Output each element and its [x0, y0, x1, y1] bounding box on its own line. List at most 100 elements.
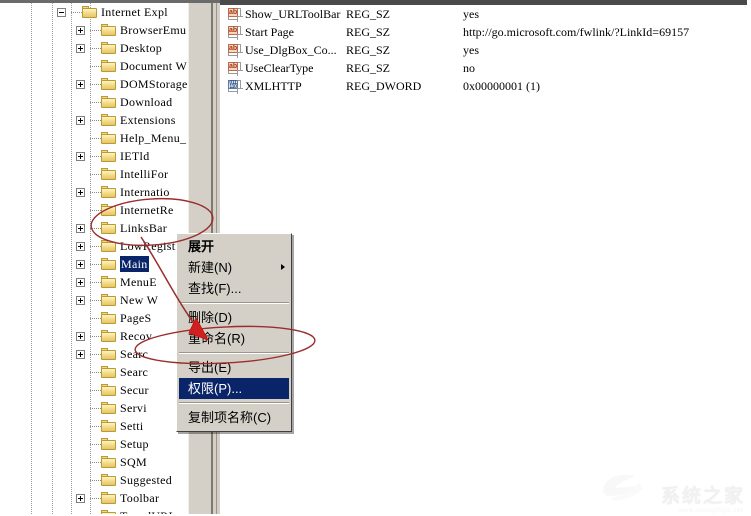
tree-connector-line [90, 318, 101, 319]
tree-item-label: Help_Menu_ [120, 131, 187, 145]
collapse-minus-icon[interactable] [57, 8, 66, 17]
tree-item-label: Main [120, 256, 149, 272]
tree-item-new-w[interactable]: New W [0, 291, 200, 309]
folder-icon [101, 42, 116, 54]
tree-connector-line [90, 408, 101, 409]
registry-values-list[interactable]: ab Show_URLToolBar REG_SZ yes ab Start Page RE… [220, 5, 751, 516]
tree-item-document-w[interactable]: Document W [0, 57, 200, 75]
menu-item-rename[interactable]: 重命名(R) [177, 328, 291, 349]
tree-item-linksbar[interactable]: LinksBar [0, 219, 200, 237]
expand-plus-icon[interactable] [76, 332, 85, 341]
folder-icon [101, 492, 116, 504]
tree-item-internetre[interactable]: InternetRe [0, 201, 200, 219]
menu-item-expand[interactable]: 展开 [177, 236, 291, 257]
tree-item-toolbar[interactable]: Toolbar [0, 489, 200, 507]
folder-icon [101, 294, 116, 306]
tree-item-label: MenuE [120, 275, 157, 289]
submenu-arrow-icon [281, 264, 285, 270]
expand-plus-icon[interactable] [76, 26, 85, 35]
expand-plus-icon[interactable] [76, 188, 85, 197]
tree-connector-line [90, 30, 101, 31]
tree-item-pages[interactable]: PageS [0, 309, 200, 327]
tree-item-setti[interactable]: Setti [0, 417, 200, 435]
tree-item-label: DOMStorage [120, 77, 188, 91]
tree-connector-line [90, 210, 101, 211]
tree-item-browseremu[interactable]: BrowserEmu [0, 21, 200, 39]
tree-item-label: Extensions [120, 113, 176, 127]
menu-item-copy-key-name[interactable]: 复制项名称(C) [177, 407, 291, 428]
tree-item-setup[interactable]: Setup [0, 435, 200, 453]
value-name: XMLHTTP [245, 79, 302, 93]
tree-connector-line [90, 246, 101, 247]
tree-connector-line [90, 120, 101, 121]
tree-item-recov[interactable]: Recov [0, 327, 200, 345]
folder-icon [101, 276, 116, 288]
tree-item-searc[interactable]: Searc [0, 345, 200, 363]
expand-plus-icon[interactable] [76, 278, 85, 287]
folder-icon [101, 24, 116, 36]
expand-plus-icon[interactable] [76, 152, 85, 161]
value-row[interactable]: ab Start Page REG_SZ http://go.microsoft.co… [220, 23, 751, 41]
tree-item-label: Internet Expl [101, 5, 168, 19]
menu-item-label: 导出(E) [188, 360, 232, 375]
folder-icon [101, 330, 116, 342]
menu-item-permissions[interactable]: 权限(P)... [179, 378, 289, 399]
tree-item-servi[interactable]: Servi [0, 399, 200, 417]
expand-plus-icon[interactable] [76, 242, 85, 251]
tree-item-help-menu[interactable]: Help_Menu_ [0, 129, 200, 147]
value-row[interactable]: 011 110 XMLHTTP REG_DWORD 0x00000001 (1) [220, 77, 751, 95]
tree-item-main[interactable]: Main [0, 255, 200, 273]
value-type: REG_SZ [346, 25, 391, 39]
tree-connector-line [90, 444, 101, 445]
tree-item-label: LowRegistr [120, 239, 180, 253]
tree-item-suggested[interactable]: Suggested [0, 471, 200, 489]
folder-icon [101, 204, 116, 216]
folder-icon [101, 420, 116, 432]
menu-item-new[interactable]: 新建(N) [177, 257, 291, 278]
menu-item-label: 查找(F)... [188, 281, 242, 296]
menu-item-delete[interactable]: 删除(D) [177, 307, 291, 328]
value-data: no [463, 61, 475, 75]
tree-item-ietld[interactable]: IETld [0, 147, 200, 165]
value-data: yes [463, 7, 479, 21]
value-row[interactable]: ab Use_DlgBox_Co... REG_SZ yes [220, 41, 751, 59]
expand-plus-icon[interactable] [76, 44, 85, 53]
folder-icon [101, 258, 116, 270]
expand-plus-icon[interactable] [76, 116, 85, 125]
tree-item-lowregistr[interactable]: LowRegistr [0, 237, 200, 255]
expand-plus-icon[interactable] [76, 296, 85, 305]
value-row[interactable]: ab UseClearType REG_SZ no [220, 59, 751, 77]
tree-item-intellifor[interactable]: IntelliFor [0, 165, 200, 183]
tree-item-label: Secur [120, 383, 149, 397]
tree-item-internatio[interactable]: Internatio [0, 183, 200, 201]
tree-connector-line [90, 336, 101, 337]
menu-item-export[interactable]: 导出(E) [177, 357, 291, 378]
tree-item-sqm[interactable]: SQM [0, 453, 200, 471]
folder-icon [101, 366, 116, 378]
expand-plus-icon[interactable] [76, 80, 85, 89]
tree-connector-line [90, 300, 101, 301]
tree-item-domstorage[interactable]: DOMStorage [0, 75, 200, 93]
tree-item-download[interactable]: Download [0, 93, 200, 111]
tree-item-desktop[interactable]: Desktop [0, 39, 200, 57]
tree-connector-line [90, 66, 101, 67]
tree-item-searc[interactable]: Searc [0, 363, 200, 381]
folder-icon [101, 474, 116, 486]
tree-item-secur[interactable]: Secur [0, 381, 200, 399]
tree-connector-line [90, 102, 101, 103]
value-row[interactable]: ab Show_URLToolBar REG_SZ yes [220, 5, 751, 23]
expand-plus-icon[interactable] [76, 494, 85, 503]
tree-item-internet-expl[interactable]: Internet Expl [0, 3, 200, 21]
value-name: Use_DlgBox_Co... [245, 43, 337, 57]
menu-item-find[interactable]: 查找(F)... [177, 278, 291, 299]
string-value-icon: ab [228, 26, 243, 40]
expand-plus-icon[interactable] [76, 350, 85, 359]
registry-key-tree[interactable]: Internet Expl BrowserEmu Desktop Document W… [0, 3, 200, 516]
expand-plus-icon[interactable] [76, 260, 85, 269]
expand-plus-icon[interactable] [76, 224, 85, 233]
value-data: yes [463, 43, 479, 57]
menu-separator [179, 352, 289, 354]
tree-item-menue[interactable]: MenuE [0, 273, 200, 291]
key-context-menu[interactable]: 展开 新建(N) 查找(F)... 删除(D) 重命名(R) 导出(E) 权限(P)... 复… [176, 233, 292, 432]
tree-item-extensions[interactable]: Extensions [0, 111, 200, 129]
